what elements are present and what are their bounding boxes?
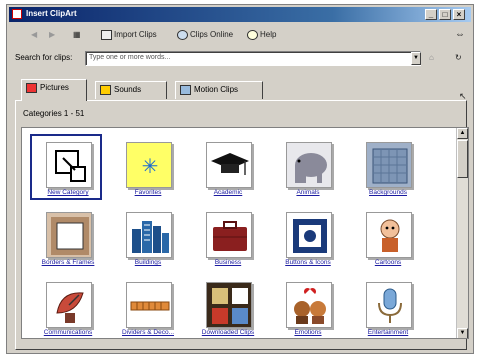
search-label: Search for clips: [15,53,73,62]
category-item-backgrounds[interactable]: Backgrounds [350,134,426,200]
clips-online-button[interactable]: Clips Online [177,28,233,42]
category-item-favorites[interactable]: ✳ Favorites [110,134,186,200]
keep-pane-icon[interactable]: ⌂ [429,51,434,65]
background-pattern-icon [366,142,412,188]
import-clips-button[interactable]: Import Clips [101,28,157,42]
microphone-icon [366,282,412,328]
category-item-business[interactable]: Business [190,204,266,270]
category-item-borders-frames[interactable]: Borders & Frames [30,204,106,270]
window-title: Insert ClipArt [26,9,77,18]
category-item-downloaded-clips[interactable]: Downloaded Clips [190,274,266,338]
category-item-academic[interactable]: Academic [190,134,266,200]
clips-online-icon [177,29,188,40]
category-label: New Category [47,189,89,196]
category-label: Buttons & Icons [285,259,331,266]
elephant-icon [286,142,332,188]
downloaded-clips-icon [206,282,252,328]
category-item-new-category[interactable]: New Category [30,134,106,200]
new-category-icon [46,142,92,188]
close-button[interactable]: × [453,9,465,20]
satellite-dish-icon [46,282,92,328]
emotions-icon [286,282,332,328]
sounds-icon [100,85,111,95]
maximize-button[interactable]: □ [439,9,451,20]
refresh-icon[interactable]: ↻ [455,51,462,65]
category-item-dividers-decorations[interactable]: Dividers & Deco... [110,274,186,338]
scroll-up-button[interactable]: ▲ [457,128,468,139]
cartoon-icon [366,212,412,258]
category-label: Buildings [134,259,162,266]
toolbar: ◀ ▶ ▦ Import Clips Clips Online Help ⇔ [9,25,471,45]
category-item-emotions[interactable]: Emotions [270,274,346,338]
all-categories-icon[interactable]: ▦ [73,28,81,42]
category-label: Borders & Frames [41,259,95,266]
title-bar[interactable]: Insert ClipArt _ □ × [9,7,471,22]
status-bar [9,343,471,353]
change-to-small-window-icon[interactable]: ⇔ [455,28,465,42]
insert-clipart-window: Insert ClipArt _ □ × ◀ ▶ ▦ Import Clips … [6,4,474,354]
search-row: Search for clips: Type one or more words… [9,49,471,69]
clipart-app-icon [12,9,22,19]
category-item-buildings[interactable]: Buildings [110,204,186,270]
category-item-animals[interactable]: Animals [270,134,346,200]
search-input[interactable]: Type one or more words... [85,51,421,66]
category-label: Academic [213,189,243,196]
svg-text:✳: ✳ [142,156,159,178]
category-item-communications[interactable]: Communications [30,274,106,338]
import-clips-icon [101,29,112,40]
forward-icon[interactable]: ▶ [49,28,55,42]
pictures-icon [26,83,37,93]
back-icon[interactable]: ◀ [31,28,37,42]
tab-sounds[interactable]: Sounds [95,81,167,99]
search-dropdown-button[interactable]: ▼ [411,52,421,65]
category-grid: New Category ✳ Favorites Academic Animal… [21,127,469,339]
scroll-down-button[interactable]: ▼ [457,328,468,338]
category-label: Emotions [294,329,322,336]
category-label: Dividers & Deco... [121,329,175,336]
category-label: Business [214,259,242,266]
vertical-scrollbar[interactable]: ▲ ▼ [456,128,468,338]
category-item-entertainment[interactable]: Entertainment [350,274,426,338]
scroll-thumb[interactable] [457,140,468,178]
tab-motion-clips[interactable]: Motion Clips [175,81,263,99]
button-icon [286,212,332,258]
buildings-icon [126,212,172,258]
category-label: Backgrounds [369,189,407,196]
motion-clips-icon [180,85,191,95]
help-icon [247,29,258,40]
minimize-button[interactable]: _ [425,9,437,20]
category-item-cartoons[interactable]: Cartoons [350,204,426,270]
category-label: Favorites [134,189,162,196]
category-label: Cartoons [374,259,402,266]
favorites-icon: ✳ [126,142,172,188]
category-label: Animals [296,189,320,196]
category-label: Communications [43,329,93,336]
divider-icon [126,282,172,328]
categories-count-label: Categories 1 - 51 [23,109,85,118]
help-button[interactable]: Help [247,28,276,42]
category-label: Entertainment [367,329,409,336]
category-item-buttons-icons[interactable]: Buttons & Icons [270,204,346,270]
graduation-cap-icon [206,142,252,188]
frame-icon [46,212,92,258]
briefcase-icon [206,212,252,258]
tab-pictures[interactable]: Pictures [21,79,87,101]
category-label: Downloaded Clips [201,329,255,336]
